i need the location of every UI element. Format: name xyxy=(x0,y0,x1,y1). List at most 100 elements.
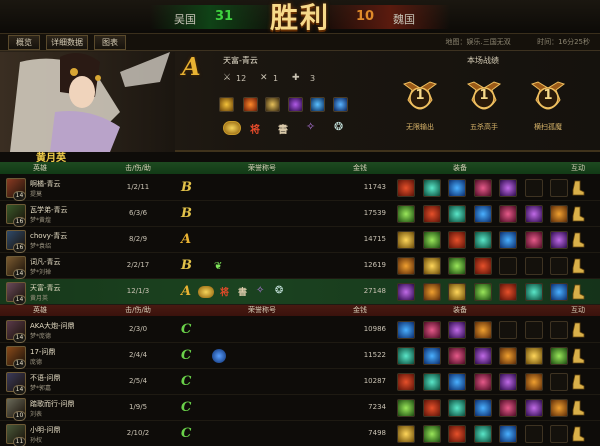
equipment-slot[interactable] xyxy=(524,231,543,249)
equipment-slot[interactable] xyxy=(550,179,568,197)
equipment-slot[interactable] xyxy=(550,321,568,339)
equipment-slot[interactable] xyxy=(499,425,517,443)
equipment-slot[interactable] xyxy=(524,399,543,417)
like-icon[interactable] xyxy=(571,426,585,442)
equipment-slot[interactable] xyxy=(397,373,415,391)
tab-details[interactable]: 详细数据 xyxy=(46,35,88,50)
equipment-slot[interactable] xyxy=(397,205,415,223)
equipment-slot[interactable] xyxy=(524,179,543,197)
equipment-slot[interactable] xyxy=(550,257,568,275)
equipment-slot[interactable] xyxy=(499,347,517,365)
equipment-slot[interactable] xyxy=(550,283,568,301)
equipment-slot[interactable] xyxy=(473,205,492,223)
equipment-slot[interactable] xyxy=(473,373,492,391)
equipment-slot[interactable] xyxy=(524,321,543,339)
equipment-slot[interactable] xyxy=(499,179,517,197)
equipment-slot[interactable] xyxy=(397,257,415,275)
equipment-slot[interactable] xyxy=(422,283,441,301)
equipment-slot[interactable] xyxy=(473,231,492,249)
player-row[interactable]: 16 chovy-青云 梦*袁绍 8/2/9 A 14715 xyxy=(0,227,600,253)
equipment-slot[interactable] xyxy=(448,399,466,417)
equipment-slot[interactable] xyxy=(499,283,517,301)
like-icon[interactable] xyxy=(571,374,585,390)
equipment-slot[interactable] xyxy=(448,283,466,301)
honor-badge-icon[interactable]: ✧ xyxy=(306,120,315,133)
honor-badge-icon[interactable] xyxy=(223,121,241,135)
equipment-slot[interactable] xyxy=(524,425,543,443)
equipment-slot[interactable] xyxy=(448,425,466,443)
like-icon[interactable] xyxy=(571,322,585,338)
equipment-slot[interactable] xyxy=(499,399,517,417)
skill-icon[interactable] xyxy=(265,97,280,112)
equipment-slot[interactable] xyxy=(473,257,492,275)
equipment-slot[interactable] xyxy=(524,373,543,391)
equipment-slot[interactable] xyxy=(499,321,517,339)
skill-icon[interactable] xyxy=(219,97,234,112)
equipment-slot[interactable] xyxy=(550,205,568,223)
equipment-slot[interactable] xyxy=(550,231,568,249)
honor-badge-icon[interactable]: 将 xyxy=(220,285,229,298)
equipment-slot[interactable] xyxy=(473,399,492,417)
honor-badge-icon[interactable]: ❦ xyxy=(214,261,222,272)
player-row[interactable]: 16 瓦学弟-青云 梦*黄煌 6/3/6 B 17539 xyxy=(0,201,600,227)
like-icon[interactable] xyxy=(571,180,585,196)
player-row[interactable]: 14 天富-青云 黄月英 12/1/3 A 27148 将書 ✧ ❂ xyxy=(0,279,600,305)
equipment-slot[interactable] xyxy=(499,373,517,391)
equipment-slot[interactable] xyxy=(397,347,415,365)
equipment-slot[interactable] xyxy=(448,257,466,275)
equipment-slot[interactable] xyxy=(473,283,492,301)
player-row[interactable]: 11 小明-问鼎 孙权 2/10/2 C 7498 xyxy=(0,421,600,446)
player-row[interactable]: 10 踏歌而行-问鼎 刘表 1/9/5 C 7234 xyxy=(0,395,600,421)
equipment-slot[interactable] xyxy=(550,373,568,391)
equipment-slot[interactable] xyxy=(524,205,543,223)
honor-badge-icon[interactable]: ✧ xyxy=(256,285,264,296)
equipment-slot[interactable] xyxy=(550,347,568,365)
equipment-slot[interactable] xyxy=(499,205,517,223)
equipment-slot[interactable] xyxy=(422,257,441,275)
player-row[interactable]: 14 AKA大炮-问鼎 梦*庞德 2/3/0 C 10986 xyxy=(0,317,600,343)
player-row[interactable]: 14 17-问鼎 庞德 2/4/4 C 11522 xyxy=(0,343,600,369)
equipment-slot[interactable] xyxy=(397,425,415,443)
equipment-slot[interactable] xyxy=(397,283,415,301)
honor-badge-icon[interactable]: 将 xyxy=(250,121,260,136)
equipment-slot[interactable] xyxy=(473,321,492,339)
equipment-slot[interactable] xyxy=(473,179,492,197)
equipment-slot[interactable] xyxy=(422,373,441,391)
equipment-slot[interactable] xyxy=(422,231,441,249)
like-icon[interactable] xyxy=(571,400,585,416)
skill-icon[interactable] xyxy=(333,97,348,112)
like-icon[interactable] xyxy=(571,348,585,364)
skill-icon[interactable] xyxy=(310,97,325,112)
equipment-slot[interactable] xyxy=(448,321,466,339)
equipment-slot[interactable] xyxy=(473,347,492,365)
like-icon[interactable] xyxy=(571,284,585,300)
player-row[interactable]: 14 啊橘-青云 提莫 1/2/11 B 11743 xyxy=(0,175,600,201)
equipment-slot[interactable] xyxy=(448,179,466,197)
equipment-slot[interactable] xyxy=(448,205,466,223)
player-row[interactable]: 14 不语-问鼎 梦*郭嘉 2/5/4 C 10287 xyxy=(0,369,600,395)
equipment-slot[interactable] xyxy=(448,231,466,249)
tab-charts[interactable]: 图表 xyxy=(94,35,126,50)
equipment-slot[interactable] xyxy=(397,321,415,339)
skill-icon[interactable] xyxy=(288,97,303,112)
equipment-slot[interactable] xyxy=(422,205,441,223)
honor-badge-icon[interactable]: ❂ xyxy=(334,120,343,133)
equipment-slot[interactable] xyxy=(448,373,466,391)
equipment-slot[interactable] xyxy=(397,399,415,417)
equipment-slot[interactable] xyxy=(473,425,492,443)
equipment-slot[interactable] xyxy=(550,425,568,443)
equipment-slot[interactable] xyxy=(397,231,415,249)
honor-badge-icon[interactable]: 書 xyxy=(238,285,247,298)
equipment-slot[interactable] xyxy=(397,179,415,197)
honor-badge-icon[interactable] xyxy=(198,286,214,298)
equipment-slot[interactable] xyxy=(524,347,543,365)
equipment-slot[interactable] xyxy=(422,179,441,197)
skill-icon[interactable] xyxy=(243,97,258,112)
equipment-slot[interactable] xyxy=(422,321,441,339)
equipment-slot[interactable] xyxy=(499,257,517,275)
like-icon[interactable] xyxy=(571,206,585,222)
equipment-slot[interactable] xyxy=(524,257,543,275)
equipment-slot[interactable] xyxy=(422,347,441,365)
honor-badge-icon[interactable]: 書 xyxy=(278,121,288,136)
equipment-slot[interactable] xyxy=(448,347,466,365)
